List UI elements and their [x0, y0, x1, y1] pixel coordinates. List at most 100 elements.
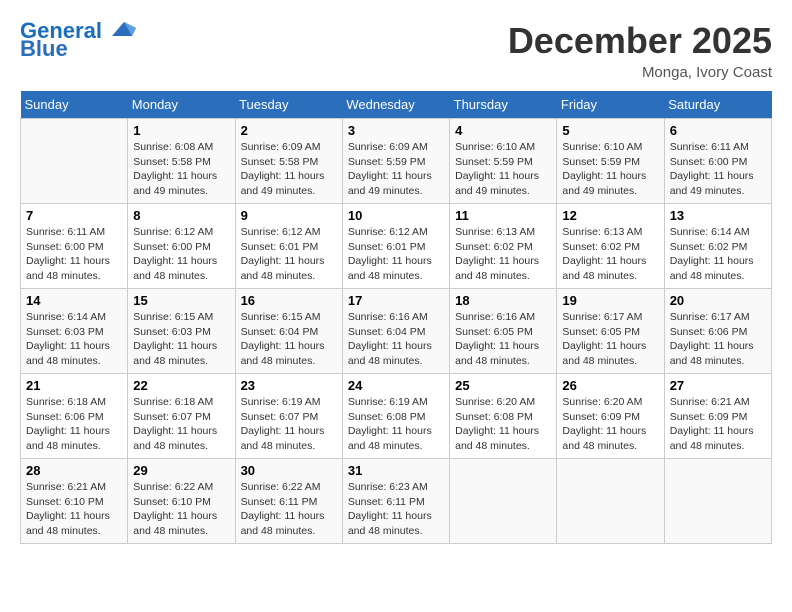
day-number: 22 — [133, 378, 229, 393]
calendar-cell: 11 Sunrise: 6:13 AMSunset: 6:02 PMDayligh… — [450, 204, 557, 289]
header-day-tuesday: Tuesday — [235, 91, 342, 119]
calendar-cell: 14 Sunrise: 6:14 AMSunset: 6:03 PMDayligh… — [21, 289, 128, 374]
day-info: Sunrise: 6:09 AMSunset: 5:59 PMDaylight:… — [348, 140, 444, 199]
calendar-cell: 10 Sunrise: 6:12 AMSunset: 6:01 PMDayligh… — [342, 204, 449, 289]
page-header: General Blue December 2025 Monga, Ivory … — [20, 20, 772, 81]
day-info: Sunrise: 6:13 AMSunset: 6:02 PMDaylight:… — [455, 225, 551, 284]
day-info: Sunrise: 6:12 AMSunset: 6:01 PMDaylight:… — [348, 225, 444, 284]
header-day-thursday: Thursday — [450, 91, 557, 119]
calendar-cell — [664, 459, 771, 544]
logo-icon — [104, 18, 136, 40]
day-info: Sunrise: 6:14 AMSunset: 6:02 PMDaylight:… — [670, 225, 766, 284]
day-info: Sunrise: 6:09 AMSunset: 5:58 PMDaylight:… — [241, 140, 337, 199]
day-number: 25 — [455, 378, 551, 393]
calendar-cell: 16 Sunrise: 6:15 AMSunset: 6:04 PMDayligh… — [235, 289, 342, 374]
day-number: 9 — [241, 208, 337, 223]
day-number: 1 — [133, 123, 229, 138]
day-info: Sunrise: 6:15 AMSunset: 6:03 PMDaylight:… — [133, 310, 229, 369]
day-info: Sunrise: 6:19 AMSunset: 6:07 PMDaylight:… — [241, 395, 337, 454]
header-day-sunday: Sunday — [21, 91, 128, 119]
day-number: 2 — [241, 123, 337, 138]
calendar-week-1: 1 Sunrise: 6:08 AMSunset: 5:58 PMDaylight… — [21, 119, 772, 204]
calendar-cell: 28Sunrise: 6:21 AMSunset: 6:10 PMDayligh… — [21, 459, 128, 544]
calendar-cell: 8 Sunrise: 6:12 AMSunset: 6:00 PMDaylight… — [128, 204, 235, 289]
day-number: 17 — [348, 293, 444, 308]
day-number: 23 — [241, 378, 337, 393]
day-info: Sunrise: 6:22 AMSunset: 6:10 PMDaylight:… — [133, 480, 229, 539]
day-number: 10 — [348, 208, 444, 223]
calendar-cell: 9Sunrise: 6:12 AMSunset: 6:01 PMDaylight… — [235, 204, 342, 289]
calendar-cell: 27 Sunrise: 6:21 AMSunset: 6:09 PMDayligh… — [664, 374, 771, 459]
day-info: Sunrise: 6:22 AMSunset: 6:11 PMDaylight:… — [241, 480, 337, 539]
calendar-cell: 17 Sunrise: 6:16 AMSunset: 6:04 PMDayligh… — [342, 289, 449, 374]
day-number: 15 — [133, 293, 229, 308]
day-number: 27 — [670, 378, 766, 393]
day-number: 14 — [26, 293, 122, 308]
day-number: 6 — [670, 123, 766, 138]
calendar-cell: 13 Sunrise: 6:14 AMSunset: 6:02 PMDayligh… — [664, 204, 771, 289]
calendar-cell: 19Sunrise: 6:17 AMSunset: 6:05 PMDayligh… — [557, 289, 664, 374]
header-day-wednesday: Wednesday — [342, 91, 449, 119]
calendar-cell: 1 Sunrise: 6:08 AMSunset: 5:58 PMDaylight… — [128, 119, 235, 204]
day-info: Sunrise: 6:21 AMSunset: 6:09 PMDaylight:… — [670, 395, 766, 454]
calendar-week-3: 14 Sunrise: 6:14 AMSunset: 6:03 PMDayligh… — [21, 289, 772, 374]
calendar-cell: 15 Sunrise: 6:15 AMSunset: 6:03 PMDayligh… — [128, 289, 235, 374]
calendar-cell — [21, 119, 128, 204]
calendar-cell: 30 Sunrise: 6:22 AMSunset: 6:11 PMDayligh… — [235, 459, 342, 544]
day-number: 18 — [455, 293, 551, 308]
day-number: 26 — [562, 378, 658, 393]
day-info: Sunrise: 6:18 AMSunset: 6:06 PMDaylight:… — [26, 395, 122, 454]
calendar-cell: 26Sunrise: 6:20 AMSunset: 6:09 PMDayligh… — [557, 374, 664, 459]
day-number: 30 — [241, 463, 337, 478]
month-title: December 2025 — [508, 20, 772, 62]
day-info: Sunrise: 6:15 AMSunset: 6:04 PMDaylight:… — [241, 310, 337, 369]
day-number: 28 — [26, 463, 122, 478]
day-info: Sunrise: 6:17 AMSunset: 6:05 PMDaylight:… — [562, 310, 658, 369]
calendar-cell: 12 Sunrise: 6:13 AMSunset: 6:02 PMDayligh… — [557, 204, 664, 289]
calendar-cell: 7Sunrise: 6:11 AMSunset: 6:00 PMDaylight… — [21, 204, 128, 289]
calendar-week-5: 28Sunrise: 6:21 AMSunset: 6:10 PMDayligh… — [21, 459, 772, 544]
day-number: 4 — [455, 123, 551, 138]
day-number: 16 — [241, 293, 337, 308]
calendar-cell — [450, 459, 557, 544]
calendar-cell — [557, 459, 664, 544]
day-info: Sunrise: 6:13 AMSunset: 6:02 PMDaylight:… — [562, 225, 658, 284]
calendar-cell: 3 Sunrise: 6:09 AMSunset: 5:59 PMDaylight… — [342, 119, 449, 204]
calendar-cell: 2 Sunrise: 6:09 AMSunset: 5:58 PMDaylight… — [235, 119, 342, 204]
header-day-friday: Friday — [557, 91, 664, 119]
day-info: Sunrise: 6:17 AMSunset: 6:06 PMDaylight:… — [670, 310, 766, 369]
day-number: 3 — [348, 123, 444, 138]
day-info: Sunrise: 6:16 AMSunset: 6:04 PMDaylight:… — [348, 310, 444, 369]
day-info: Sunrise: 6:14 AMSunset: 6:03 PMDaylight:… — [26, 310, 122, 369]
day-info: Sunrise: 6:10 AMSunset: 5:59 PMDaylight:… — [562, 140, 658, 199]
day-number: 12 — [562, 208, 658, 223]
day-number: 31 — [348, 463, 444, 478]
day-info: Sunrise: 6:20 AMSunset: 6:08 PMDaylight:… — [455, 395, 551, 454]
header-day-saturday: Saturday — [664, 91, 771, 119]
day-number: 5 — [562, 123, 658, 138]
day-number: 24 — [348, 378, 444, 393]
day-info: Sunrise: 6:16 AMSunset: 6:05 PMDaylight:… — [455, 310, 551, 369]
calendar-table: SundayMondayTuesdayWednesdayThursdayFrid… — [20, 91, 772, 544]
calendar-cell: 31 Sunrise: 6:23 AMSunset: 6:11 PMDayligh… — [342, 459, 449, 544]
day-number: 13 — [670, 208, 766, 223]
calendar-week-4: 21Sunrise: 6:18 AMSunset: 6:06 PMDayligh… — [21, 374, 772, 459]
day-number: 8 — [133, 208, 229, 223]
calendar-cell: 22 Sunrise: 6:18 AMSunset: 6:07 PMDayligh… — [128, 374, 235, 459]
calendar-cell: 24Sunrise: 6:19 AMSunset: 6:08 PMDayligh… — [342, 374, 449, 459]
calendar-week-2: 7Sunrise: 6:11 AMSunset: 6:00 PMDaylight… — [21, 204, 772, 289]
logo: General Blue — [20, 20, 136, 60]
day-number: 11 — [455, 208, 551, 223]
day-info: Sunrise: 6:18 AMSunset: 6:07 PMDaylight:… — [133, 395, 229, 454]
calendar-cell: 6Sunrise: 6:11 AMSunset: 6:00 PMDaylight… — [664, 119, 771, 204]
calendar-cell: 20Sunrise: 6:17 AMSunset: 6:06 PMDayligh… — [664, 289, 771, 374]
day-number: 7 — [26, 208, 122, 223]
calendar-header-row: SundayMondayTuesdayWednesdayThursdayFrid… — [21, 91, 772, 119]
day-info: Sunrise: 6:23 AMSunset: 6:11 PMDaylight:… — [348, 480, 444, 539]
calendar-cell: 18 Sunrise: 6:16 AMSunset: 6:05 PMDayligh… — [450, 289, 557, 374]
location: Monga, Ivory Coast — [508, 64, 772, 81]
day-info: Sunrise: 6:08 AMSunset: 5:58 PMDaylight:… — [133, 140, 229, 199]
header-day-monday: Monday — [128, 91, 235, 119]
title-block: December 2025 Monga, Ivory Coast — [508, 20, 772, 81]
day-info: Sunrise: 6:12 AMSunset: 6:00 PMDaylight:… — [133, 225, 229, 284]
